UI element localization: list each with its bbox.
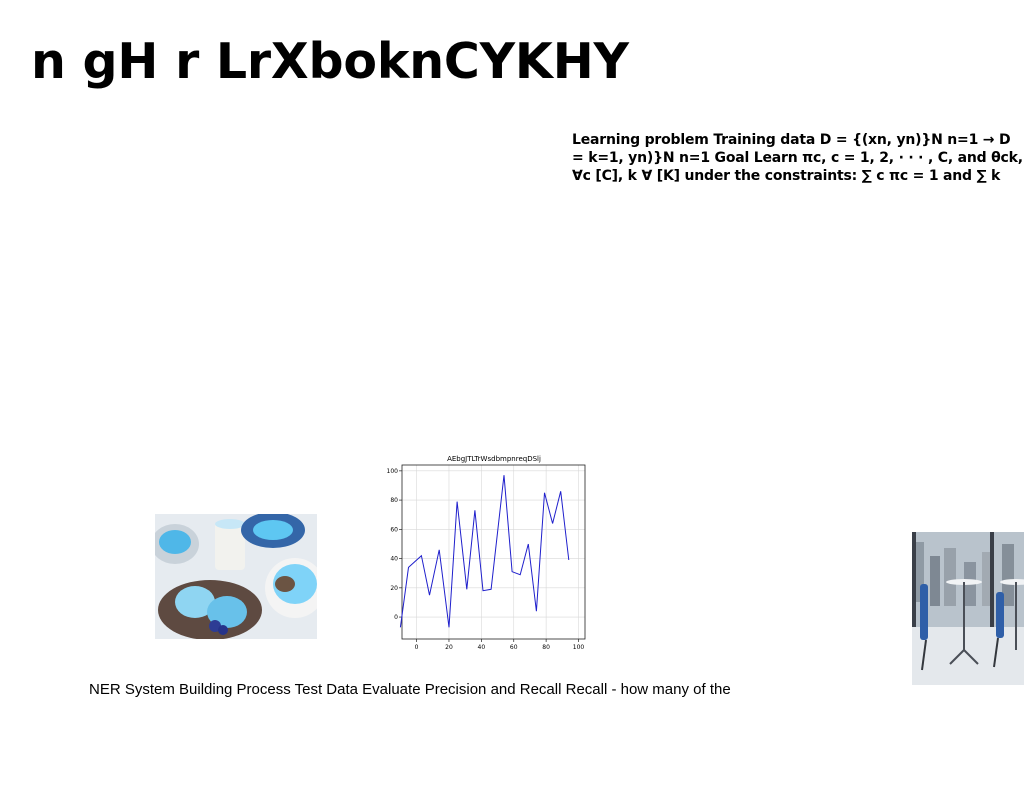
math-text-block: Learning problem Training data D = {(xn,… bbox=[572, 132, 1023, 184]
y-tick-label: 0 bbox=[394, 614, 398, 621]
x-tick-label: 0 bbox=[415, 644, 419, 651]
x-tick-label: 80 bbox=[542, 644, 550, 651]
y-tick-label: 100 bbox=[387, 468, 399, 475]
x-tick-label: 40 bbox=[478, 644, 486, 651]
x-tick-label: 20 bbox=[445, 644, 453, 651]
food-photo bbox=[155, 514, 317, 639]
x-tick-label: 100 bbox=[573, 644, 585, 651]
city-interior-photo bbox=[912, 532, 1024, 685]
y-tick-label: 20 bbox=[390, 585, 398, 592]
chart-series bbox=[399, 475, 570, 628]
chart-ticks: 0 20 40 60 80 100 0 20 40 60 80 100 bbox=[387, 468, 585, 651]
y-tick-label: 80 bbox=[390, 497, 398, 504]
chart-title: AEbgJTLTrWsdbmpnreqDSlj bbox=[447, 455, 541, 463]
y-tick-label: 60 bbox=[390, 526, 398, 533]
food-photo-illustration bbox=[155, 514, 317, 639]
page-title: n gH r LrXboknCYKHY bbox=[31, 33, 629, 90]
y-tick-label: 40 bbox=[390, 556, 398, 563]
x-tick-label: 60 bbox=[510, 644, 518, 651]
caption-text: NER System Building Process Test Data Ev… bbox=[89, 681, 731, 698]
city-interior-photo-illustration bbox=[912, 532, 1024, 685]
line-chart: AEbgJTLTrWsdbmpnreqDSlj 0 20 40 60 80 100 0 20 4… bbox=[380, 451, 590, 656]
chart-plot-frame bbox=[401, 464, 586, 640]
series-line-0 bbox=[399, 475, 570, 628]
line-chart-svg: AEbgJTLTrWsdbmpnreqDSlj 0 20 40 60 80 100 0 20 4… bbox=[387, 455, 586, 651]
chart-grid bbox=[402, 465, 585, 639]
